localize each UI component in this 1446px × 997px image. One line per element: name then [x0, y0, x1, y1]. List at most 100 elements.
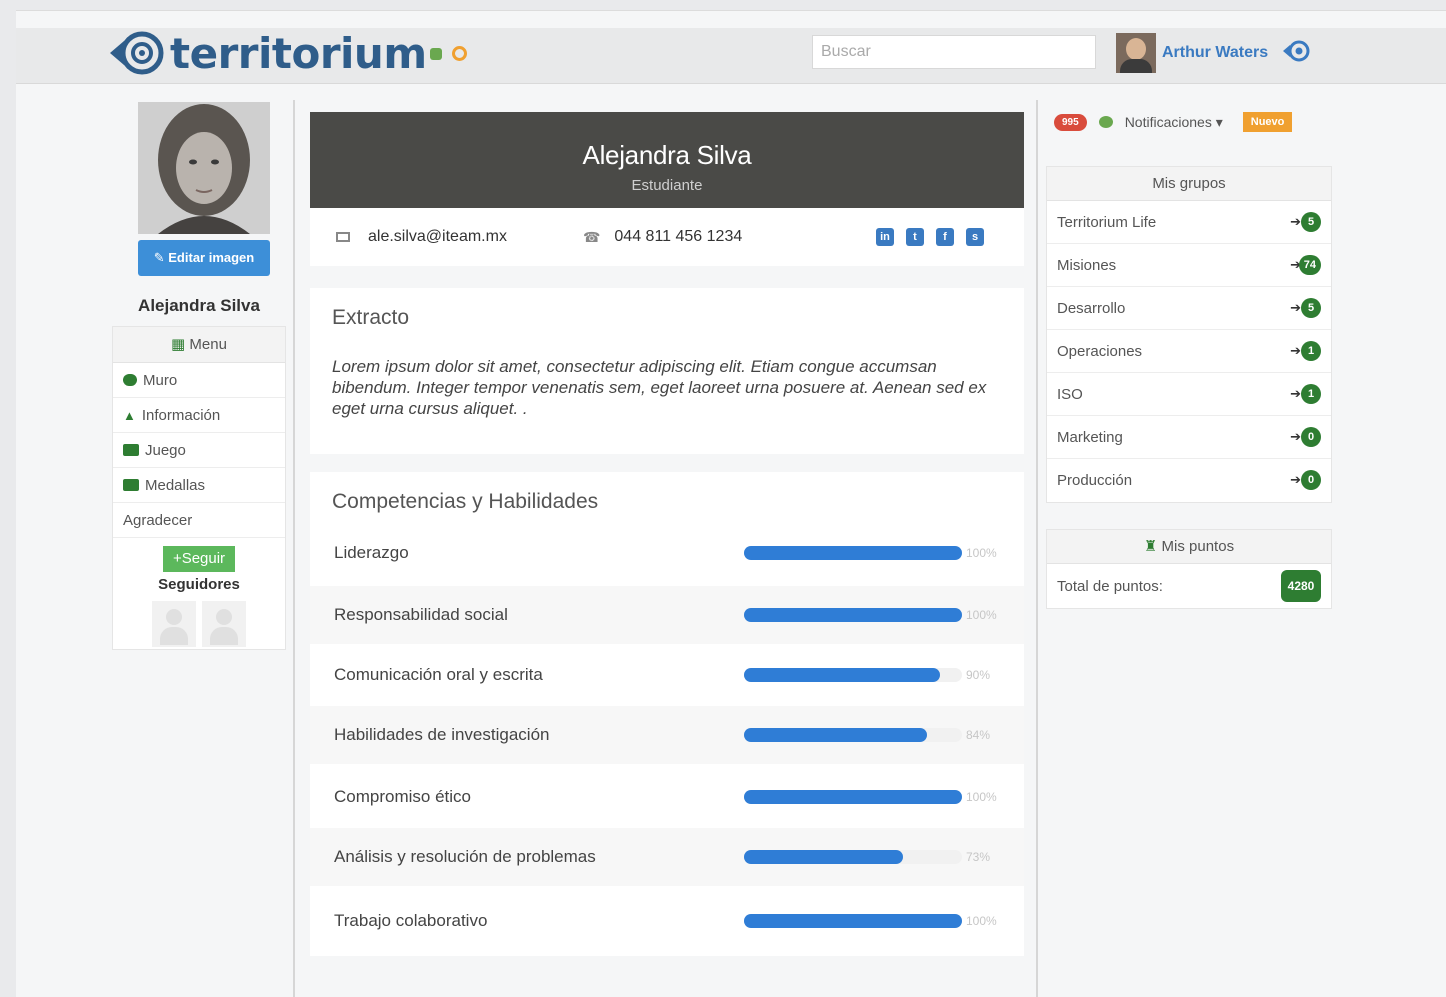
right-sidebar: 995 Notificaciones ▾ Nuevo Mis grupos Te…	[1046, 100, 1332, 609]
skill-percent: 90%	[966, 668, 991, 682]
comment-icon	[123, 374, 137, 386]
facebook-icon[interactable]: f	[936, 228, 954, 246]
grid-icon: ▦	[171, 336, 186, 353]
skill-label: Compromiso ético	[334, 787, 471, 806]
sidebar-item-juego[interactable]: Juego	[113, 433, 285, 468]
gear-icon[interactable]	[452, 46, 467, 61]
skill-row: Trabajo colaborativo 100%	[310, 892, 1024, 950]
menu-title: Menu	[189, 336, 227, 353]
group-name: Producción	[1057, 472, 1133, 489]
skill-label: Comunicación oral y escrita	[334, 665, 543, 684]
skills-title: Competencias y Habilidades	[332, 490, 599, 513]
sidebar-item-muro[interactable]: Muro	[113, 363, 285, 398]
messages-icon[interactable]	[430, 47, 442, 60]
group-item[interactable]: Misiones ➔ 74	[1047, 244, 1331, 287]
group-item[interactable]: Marketing ➔ 0	[1047, 416, 1331, 459]
group-name: Territorium Life	[1057, 213, 1157, 231]
eye-logo-icon	[108, 31, 166, 75]
skill-row: Comunicación oral y escrita 90%	[310, 646, 1024, 704]
avatar[interactable]	[1116, 33, 1156, 73]
skill-progress-bar	[744, 546, 962, 560]
skill-percent: 73%	[966, 850, 991, 864]
sidebar-menu: ▦ Menu Muro ▲ Información Juego Medallas…	[112, 326, 286, 650]
arrow-icon: ➔	[1290, 343, 1301, 358]
skill-label: Responsabilidad social	[334, 605, 508, 624]
arrow-icon: ➔	[1290, 429, 1301, 444]
group-count-badge: 5	[1301, 298, 1321, 318]
sidebar-item-informacion[interactable]: ▲ Información	[113, 398, 285, 433]
skill-progress-bar	[744, 914, 962, 928]
arrow-icon: ➔	[1290, 386, 1301, 401]
skill-row: Responsabilidad social 100%	[310, 586, 1024, 644]
groups-panel: Mis grupos Territorium Life ➔ 5 Misiones ➔ 7…	[1046, 166, 1332, 503]
group-count-badge: 5	[1301, 212, 1321, 232]
group-name: ISO	[1057, 385, 1083, 403]
profile-role: Estudiante	[631, 177, 703, 194]
group-item[interactable]: ISO ➔ 1	[1047, 373, 1331, 416]
mail-icon	[336, 232, 350, 242]
logo[interactable]: territorium	[108, 28, 427, 78]
followers-list	[113, 601, 285, 647]
skill-progress-bar	[744, 668, 962, 682]
linkedin-icon[interactable]: in	[876, 228, 894, 246]
skill-label: Trabajo colaborativo	[334, 911, 488, 930]
group-count-badge: 0	[1301, 470, 1321, 490]
skill-row: Habilidades de investigación 84%	[310, 706, 1024, 764]
follower-avatar[interactable]	[152, 601, 196, 647]
group-item[interactable]: Desarrollo ➔ 5	[1047, 287, 1331, 330]
points-row: Total de puntos: 4280	[1047, 564, 1331, 608]
points-title: Mis puntos	[1161, 538, 1235, 555]
notification-count-badge[interactable]: 995	[1054, 113, 1087, 131]
edit-image-button[interactable]: ✎ Editar imagen	[138, 240, 270, 276]
user-name[interactable]: Arthur Waters	[1162, 44, 1268, 62]
left-sidebar: ✎ Editar imagen Alejandra Silva ▦ Menu M…	[112, 100, 286, 650]
sidebar-item-agradecer[interactable]: Agradecer	[113, 503, 285, 538]
new-badge[interactable]: Nuevo	[1242, 112, 1293, 132]
search-input[interactable]: Buscar	[812, 35, 1096, 69]
skill-label: Liderazgo	[334, 543, 409, 562]
header-icons	[430, 46, 467, 61]
skill-row: Compromiso ético 100%	[310, 768, 1024, 826]
extract-title: Extracto	[332, 306, 410, 329]
skill-progress-bar	[744, 608, 962, 622]
follow-button[interactable]: +Seguir	[163, 546, 235, 572]
followers-label: Seguidores	[158, 576, 240, 593]
skype-icon[interactable]: s	[966, 228, 984, 246]
points-header: ♜ Mis puntos	[1047, 530, 1331, 564]
group-item[interactable]: Operaciones ➔ 1	[1047, 330, 1331, 373]
skill-progress-fill	[744, 608, 962, 622]
email-link[interactable]: ale.silva@iteam.mx	[368, 228, 507, 246]
skill-progress-fill	[744, 790, 962, 804]
sidebar-item-label: Medallas	[145, 476, 206, 494]
sidebar-item-label: Agradecer	[123, 511, 193, 529]
arrow-icon: ➔	[1290, 214, 1301, 229]
skill-percent: 100%	[966, 790, 997, 804]
profile-name: Alejandra Silva	[582, 140, 752, 170]
sidebar-item-label: Muro	[143, 371, 178, 389]
gamepad-icon	[123, 444, 139, 456]
notifications-dropdown[interactable]: Notificaciones ▾	[1125, 114, 1223, 131]
skill-label: Habilidades de investigación	[334, 725, 550, 744]
group-item[interactable]: Territorium Life ➔ 5	[1047, 201, 1331, 244]
eye-icon[interactable]	[1282, 40, 1310, 67]
points-badge: 4280	[1281, 570, 1321, 602]
social-links: in t f s	[876, 228, 984, 246]
follower-avatar[interactable]	[202, 601, 246, 647]
skill-progress-fill	[744, 668, 941, 682]
logo-text: territorium	[170, 28, 427, 78]
group-name: Misiones	[1057, 256, 1117, 274]
trophy-icon: ♜	[1143, 538, 1158, 555]
group-item[interactable]: Producción ➔ 0	[1047, 459, 1331, 502]
phone-number: 044 811 456 1234	[614, 228, 743, 245]
user-menu[interactable]: Arthur Waters	[1116, 33, 1310, 73]
profile-main: Alejandra Silva Estudiante ale.silva@ite…	[310, 112, 1024, 956]
twitter-icon[interactable]: t	[906, 228, 924, 246]
notification-icon	[1098, 116, 1113, 128]
sidebar-profile-name: Alejandra Silva	[138, 296, 260, 315]
skill-progress-fill	[744, 546, 962, 560]
sidebar-item-medallas[interactable]: Medallas	[113, 468, 285, 503]
group-name: Desarrollo	[1057, 299, 1126, 317]
phone-icon: ☎	[582, 228, 601, 245]
skill-progress-bar	[744, 728, 962, 742]
skill-row: Liderazgo 100%	[310, 524, 1024, 582]
